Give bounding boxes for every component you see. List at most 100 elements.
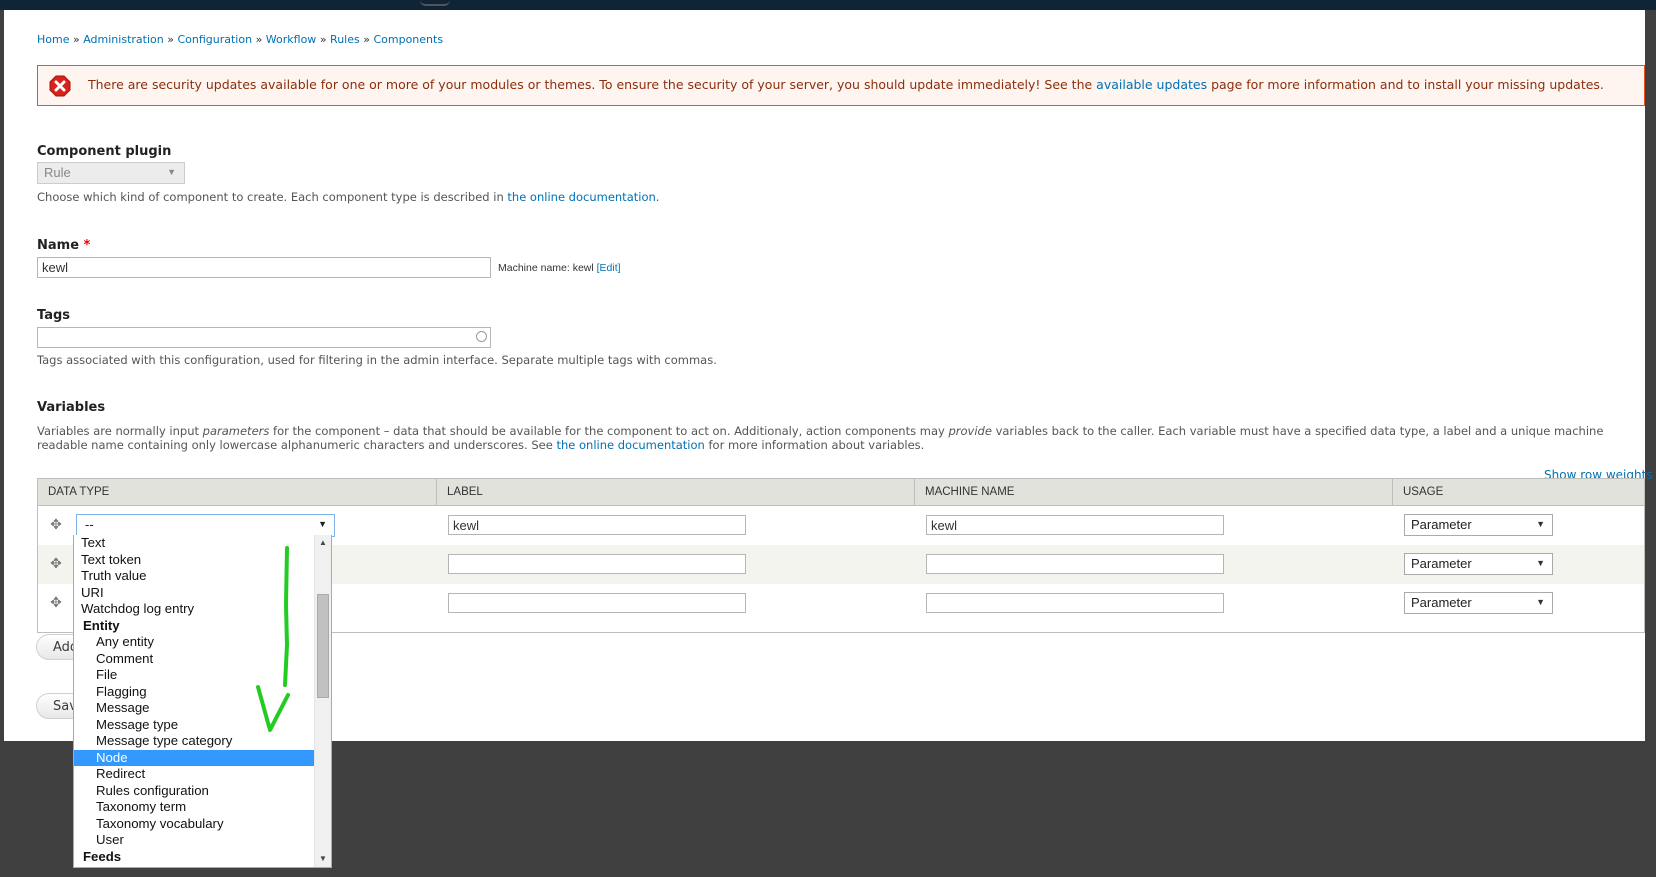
breadcrumb-separator: » <box>255 33 263 46</box>
column-header-usage: USAGE <box>1392 479 1644 505</box>
component-plugin-label: Component plugin <box>37 144 172 159</box>
online-documentation-link[interactable]: the online documentation <box>507 190 655 204</box>
dropdown-option[interactable]: Any entity <box>74 634 314 651</box>
name-input[interactable] <box>37 257 491 278</box>
machine-name-display: Machine name: kewl [Edit] <box>498 262 621 274</box>
desc-text: readable name containing only lowercase … <box>37 438 557 452</box>
label-input[interactable] <box>448 593 746 613</box>
toolbar-handle <box>420 0 450 6</box>
dropdown-option[interactable]: Flagging <box>74 684 314 701</box>
breadcrumb-workflow[interactable]: Workflow <box>266 33 317 46</box>
drag-handle-icon[interactable]: ✥ <box>48 517 64 533</box>
dropdown-option[interactable]: Message type category <box>74 733 314 750</box>
breadcrumb-home[interactable]: Home <box>37 33 69 46</box>
data-type-select[interactable]: -- ▼ <box>76 514 335 537</box>
dropdown-option[interactable]: Node <box>74 749 314 766</box>
drag-handle-icon[interactable]: ✥ <box>48 595 64 611</box>
breadcrumb-separator: » <box>363 33 370 46</box>
dropdown-option[interactable]: Truth value <box>74 568 314 585</box>
data-type-value: -- <box>85 517 94 532</box>
usage-select[interactable]: Parameter ▼ <box>1404 592 1553 614</box>
dropdown-option[interactable]: Text token <box>74 552 314 569</box>
dropdown-option[interactable]: Comment <box>74 651 314 668</box>
usage-select[interactable]: Parameter ▼ <box>1404 514 1553 536</box>
security-alert: There are security updates available for… <box>37 65 1645 106</box>
usage-value: Parameter <box>1411 556 1472 571</box>
desc-text: variables back to the caller. Each varia… <box>991 424 1604 438</box>
help-text: . <box>655 190 660 204</box>
breadcrumb-rules[interactable]: Rules <box>330 33 360 46</box>
required-marker: * <box>83 238 91 253</box>
machine-name-input[interactable] <box>926 554 1224 574</box>
dropdown-option[interactable]: User <box>74 832 314 849</box>
dropdown-option[interactable]: Text <box>74 535 314 552</box>
table-header: DATA TYPE LABEL MACHINE NAME USAGE <box>38 479 1644 506</box>
alert-text: There are security updates available for… <box>88 77 1097 92</box>
usage-value: Parameter <box>1411 517 1472 532</box>
tags-input[interactable] <box>37 327 491 348</box>
chevron-down-icon: ▼ <box>167 167 176 177</box>
dropdown-option[interactable]: Redirect <box>74 766 314 783</box>
variables-description-line-2: readable name containing only lowercase … <box>37 438 924 452</box>
dropdown-option[interactable]: Taxonomy vocabulary <box>74 816 314 833</box>
dropdown-option[interactable]: Rules configuration <box>74 783 314 800</box>
chevron-down-icon: ▼ <box>1536 558 1545 568</box>
scroll-up-arrow-icon[interactable]: ▲ <box>315 535 331 551</box>
usage-select[interactable]: Parameter ▼ <box>1404 553 1553 575</box>
scroll-down-arrow-icon[interactable]: ▼ <box>315 851 331 867</box>
drag-handle-icon[interactable]: ✥ <box>48 556 64 572</box>
chevron-down-icon: ▼ <box>1536 519 1545 529</box>
label-input[interactable] <box>448 554 746 574</box>
chevron-down-icon: ▼ <box>1536 597 1545 607</box>
component-plugin-value: Rule <box>44 165 71 180</box>
scrollbar-thumb[interactable] <box>317 594 329 698</box>
dropdown-option[interactable]: Taxonomy term <box>74 799 314 816</box>
breadcrumb-components[interactable]: Components <box>373 33 443 46</box>
breadcrumb-administration[interactable]: Administration <box>83 33 164 46</box>
machine-name-text: Machine name: kewl <box>498 262 594 274</box>
dropdown-option[interactable]: Message type <box>74 717 314 734</box>
tags-label: Tags <box>37 308 71 323</box>
component-plugin-select: Rule ▼ <box>37 162 185 184</box>
column-header-data-type: DATA TYPE <box>48 486 110 498</box>
dropdown-option[interactable]: Watchdog log entry <box>74 601 314 618</box>
help-text: Choose which kind of component to create… <box>37 190 508 204</box>
top-toolbar <box>0 0 1656 10</box>
dropdown-scrollbar[interactable]: ▲ ▼ <box>314 535 331 867</box>
desc-text: for more information about variables. <box>704 438 925 452</box>
chevron-down-icon: ▼ <box>318 519 327 529</box>
data-type-dropdown-list[interactable]: Text Text token Truth value URI Watchdog log… <box>73 535 332 868</box>
error-icon <box>49 75 71 97</box>
component-plugin-help: Choose which kind of component to create… <box>37 190 659 204</box>
machine-name-edit-link[interactable]: [Edit] <box>597 262 621 274</box>
breadcrumb: Home » Administration » Configuration » … <box>37 33 443 46</box>
variables-description-line-1: Variables are normally input parameters … <box>37 424 1603 438</box>
name-label-text: Name <box>37 238 80 253</box>
machine-name-input[interactable] <box>926 593 1224 613</box>
variables-title: Variables <box>37 400 106 415</box>
desc-emphasis: provide <box>948 424 992 438</box>
tags-help: Tags associated with this configuration,… <box>37 353 717 367</box>
alert-text: page for more information and to install… <box>1207 77 1604 92</box>
available-updates-link[interactable]: available updates <box>1096 77 1207 92</box>
breadcrumb-separator: » <box>167 33 174 46</box>
tags-field-wrapper <box>37 327 491 348</box>
variables-documentation-link[interactable]: the online documentation <box>556 438 704 452</box>
dropdown-option[interactable]: URI <box>74 585 314 602</box>
breadcrumb-configuration[interactable]: Configuration <box>177 33 252 46</box>
dropdown-optgroup: Feeds <box>83 848 122 864</box>
breadcrumb-separator: » <box>72 33 80 46</box>
usage-value: Parameter <box>1411 595 1472 610</box>
desc-text: Variables are normally input <box>37 424 203 438</box>
dropdown-optgroup: Entity <box>83 617 120 633</box>
breadcrumb-separator: » <box>319 33 327 46</box>
alert-message: There are security updates available for… <box>88 77 1604 92</box>
desc-text: for the component – data that should be … <box>269 424 949 438</box>
name-label: Name * <box>37 238 90 253</box>
machine-name-input[interactable] <box>926 515 1224 535</box>
dropdown-option[interactable]: File <box>74 667 314 684</box>
label-input[interactable] <box>448 515 746 535</box>
dropdown-option[interactable]: Message <box>74 700 314 717</box>
column-header-label: LABEL <box>436 479 914 505</box>
column-header-machine-name: MACHINE NAME <box>914 479 1392 505</box>
